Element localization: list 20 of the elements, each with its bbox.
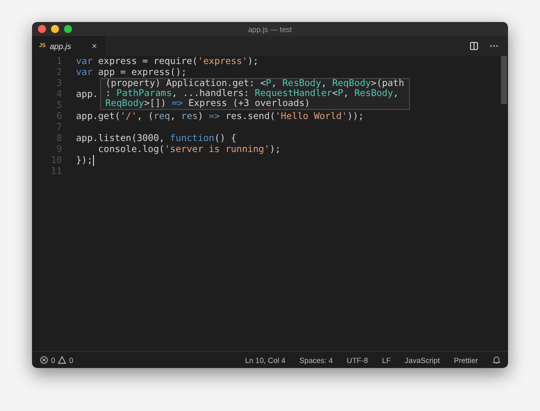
code-line: console.log('server is running'); bbox=[97, 144, 281, 155]
code-line: var express = require('express'); bbox=[76, 56, 259, 67]
close-icon[interactable]: × bbox=[92, 41, 97, 51]
code-line: app. bbox=[76, 89, 98, 100]
tooltip-line: : PathParams, ...handlers: RequestHandler<P, ResBody, bbox=[105, 89, 400, 99]
minimize-button[interactable] bbox=[51, 25, 59, 33]
code-line: }); bbox=[76, 155, 93, 166]
warning-icon[interactable] bbox=[58, 356, 66, 364]
code-line: app.get('/', (req, res) => res.send('Hello World')); bbox=[76, 111, 364, 122]
tab-label: app.js bbox=[50, 42, 72, 50]
tooltip-line: ReqBody>[]) => Express (+3 overloads) bbox=[105, 99, 312, 109]
bell-icon[interactable] bbox=[493, 356, 500, 364]
close-button[interactable] bbox=[38, 25, 46, 33]
scrollbar-thumb[interactable] bbox=[501, 56, 507, 104]
zoom-button[interactable] bbox=[64, 25, 72, 33]
tooltip-line: (property) Application.get: <P, ResBody, ReqBody>(path bbox=[105, 79, 406, 89]
error-icon[interactable] bbox=[40, 356, 48, 364]
split-editor-icon[interactable] bbox=[470, 42, 478, 50]
code-line: app.listen(3000, function() { bbox=[76, 133, 236, 144]
code-line: var app = express(); bbox=[76, 67, 187, 78]
